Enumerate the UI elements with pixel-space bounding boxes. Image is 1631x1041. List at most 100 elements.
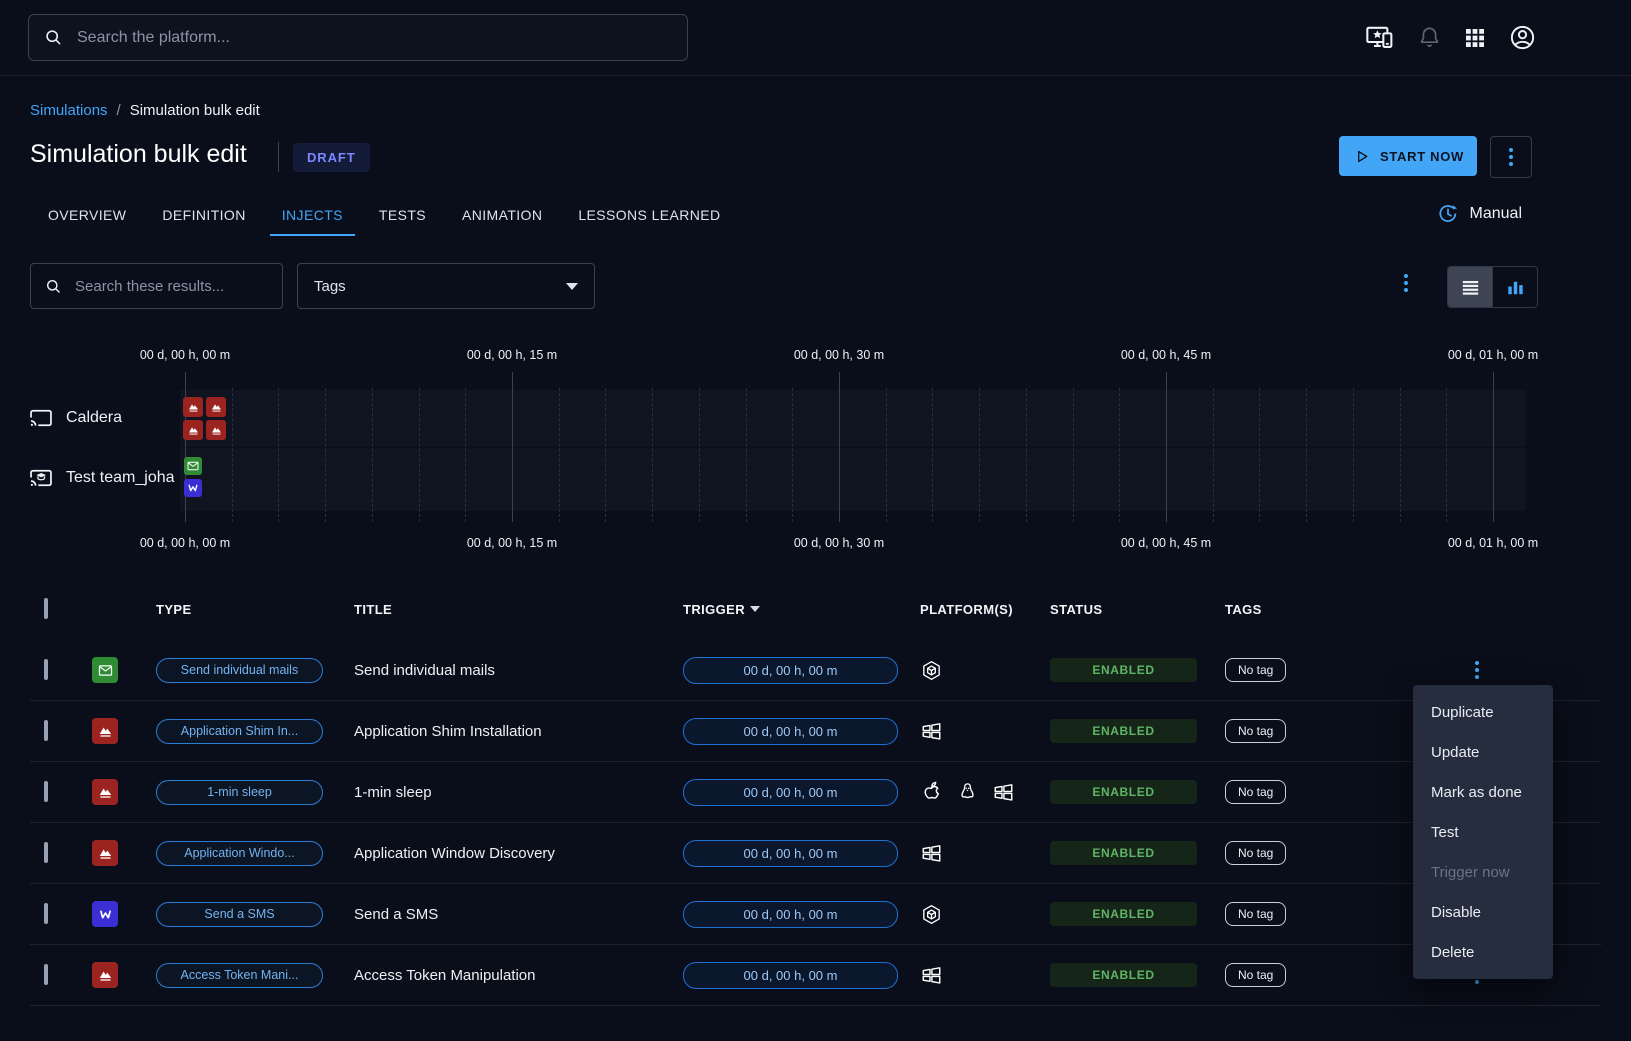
row-checkbox[interactable]	[44, 720, 48, 741]
trigger-chip: 00 d, 00 h, 00 m	[683, 779, 898, 806]
search-icon	[43, 27, 64, 48]
account-icon[interactable]	[1508, 23, 1537, 52]
timeline-inject-caldera[interactable]	[206, 420, 226, 440]
cast-icon	[28, 405, 54, 431]
chart-view-button[interactable]	[1492, 267, 1537, 307]
injects-timeline: 00 d, 00 h, 00 m 00 d, 00 h, 15 m 00 d, …	[0, 340, 1631, 568]
row-checkbox[interactable]	[44, 903, 48, 924]
gridline-major	[1493, 372, 1494, 522]
select-all-checkbox[interactable]	[44, 598, 48, 619]
tab-overview[interactable]: OVERVIEW	[36, 196, 138, 236]
table-row[interactable]: Application Windo... Application Window …	[30, 823, 1601, 884]
timeline-inject-caldera[interactable]	[183, 397, 203, 417]
timeline-inject-email[interactable]	[184, 457, 202, 475]
status-chip: ENABLED	[1050, 841, 1197, 865]
menu-item-duplicate[interactable]: Duplicate	[1413, 692, 1553, 732]
sort-desc-icon	[750, 606, 760, 612]
tab-tests[interactable]: TESTS	[367, 196, 438, 236]
internal-platform-icon	[920, 903, 943, 926]
row-checkbox[interactable]	[44, 964, 48, 985]
inject-type-chip[interactable]: Access Token Mani...	[156, 963, 323, 988]
gridline-major	[512, 372, 513, 522]
chevron-down-icon	[566, 283, 578, 290]
trigger-chip: 00 d, 00 h, 00 m	[683, 901, 898, 928]
gridline-major	[1166, 372, 1167, 522]
platform-search[interactable]	[28, 14, 688, 61]
simulation-menu-button[interactable]	[1490, 136, 1532, 178]
row-menu-button[interactable]	[1475, 661, 1601, 679]
windows-icon	[920, 720, 943, 743]
tab-injects[interactable]: INJECTS	[270, 196, 355, 236]
timeline-inject-sms[interactable]	[184, 479, 202, 497]
timeline-inject-caldera[interactable]	[183, 420, 203, 440]
menu-item-mark-as-done[interactable]: Mark as done	[1413, 772, 1553, 812]
start-now-button[interactable]: START NOW	[1339, 136, 1477, 176]
row-checkbox[interactable]	[44, 781, 48, 802]
timeline-inject-caldera[interactable]	[206, 397, 226, 417]
windows-icon	[992, 781, 1015, 804]
axis-tick-label: 00 d, 00 h, 00 m	[120, 536, 250, 550]
tag-chip: No tag	[1225, 963, 1286, 987]
status-chip: ENABLED	[1050, 780, 1197, 804]
menu-item-disable[interactable]: Disable	[1413, 892, 1553, 932]
sms-type-icon	[92, 901, 118, 927]
update-mode-control[interactable]: Manual	[1437, 203, 1522, 225]
results-search[interactable]	[30, 263, 283, 309]
bar-chart-icon	[1504, 276, 1527, 299]
tab-bar: OVERVIEW DEFINITION INJECTS TESTS ANIMAT…	[36, 196, 733, 236]
inject-context-menu: Duplicate Update Mark as done Test Trigg…	[1413, 685, 1553, 979]
row-checkbox[interactable]	[44, 659, 48, 680]
caldera-type-icon	[92, 718, 118, 744]
inject-title: Application Window Discovery	[346, 845, 675, 862]
devices-star-icon[interactable]	[1365, 22, 1396, 53]
inject-type-chip[interactable]: Application Windo...	[156, 841, 323, 866]
table-row[interactable]: Send a SMS Send a SMS 00 d, 00 h, 00 m E…	[30, 884, 1601, 945]
apps-grid-icon[interactable]	[1463, 26, 1487, 50]
inject-type-chip[interactable]: Send individual mails	[156, 658, 323, 683]
caldera-type-icon	[92, 840, 118, 866]
axis-tick-label: 00 d, 01 h, 00 m	[1428, 536, 1558, 550]
list-view-button[interactable]	[1448, 267, 1492, 307]
menu-item-test[interactable]: Test	[1413, 812, 1553, 852]
trigger-chip: 00 d, 00 h, 00 m	[683, 718, 898, 745]
menu-item-update[interactable]: Update	[1413, 732, 1553, 772]
column-header-tags: TAGS	[1217, 602, 1420, 617]
update-mode-label: Manual	[1470, 205, 1522, 223]
tab-definition[interactable]: DEFINITION	[150, 196, 257, 236]
platform-search-input[interactable]	[75, 28, 673, 48]
list-options-button[interactable]	[1404, 274, 1408, 292]
cast-education-icon	[28, 465, 54, 491]
results-search-input[interactable]	[73, 277, 269, 296]
inject-type-chip[interactable]: Application Shim In...	[156, 719, 323, 744]
breadcrumb-separator: /	[117, 102, 121, 119]
apple-icon	[920, 781, 943, 804]
tab-lessons-learned[interactable]: LESSONS LEARNED	[566, 196, 732, 236]
column-header-trigger[interactable]: TRIGGER	[675, 602, 912, 617]
simulation-injects-page: Simulations / Simulation bulk edit Simul…	[0, 0, 1631, 1041]
menu-item-delete[interactable]: Delete	[1413, 932, 1553, 972]
email-type-icon	[92, 657, 118, 683]
title-divider	[278, 142, 279, 172]
inject-type-chip[interactable]: 1-min sleep	[156, 780, 323, 805]
bell-icon[interactable]	[1417, 25, 1442, 50]
tag-chip: No tag	[1225, 902, 1286, 926]
axis-tick-label: 00 d, 00 h, 15 m	[447, 536, 577, 550]
breadcrumb-simulations-link[interactable]: Simulations	[30, 102, 108, 119]
view-toggle	[1447, 266, 1538, 308]
trigger-chip: 00 d, 00 h, 00 m	[683, 657, 898, 684]
table-row[interactable]: Access Token Mani... Access Token Manipu…	[30, 945, 1601, 1006]
tag-chip: No tag	[1225, 658, 1286, 682]
status-chip: ENABLED	[1050, 902, 1197, 926]
column-header-title: TITLE	[346, 602, 675, 617]
table-row[interactable]: 1-min sleep 1-min sleep 00 d, 00 h, 00 m…	[30, 762, 1601, 823]
tags-filter-select[interactable]: Tags	[297, 263, 595, 309]
lane-label-text: Caldera	[66, 409, 122, 427]
inject-type-chip[interactable]: Send a SMS	[156, 902, 323, 927]
kebab-icon	[1404, 274, 1408, 292]
status-chip: ENABLED	[1050, 719, 1197, 743]
table-row[interactable]: Send individual mails Send individual ma…	[30, 640, 1601, 701]
table-row[interactable]: Application Shim In... Application Shim …	[30, 701, 1601, 762]
tab-animation[interactable]: ANIMATION	[450, 196, 554, 236]
row-checkbox[interactable]	[44, 842, 48, 863]
tags-filter-label: Tags	[314, 278, 346, 295]
